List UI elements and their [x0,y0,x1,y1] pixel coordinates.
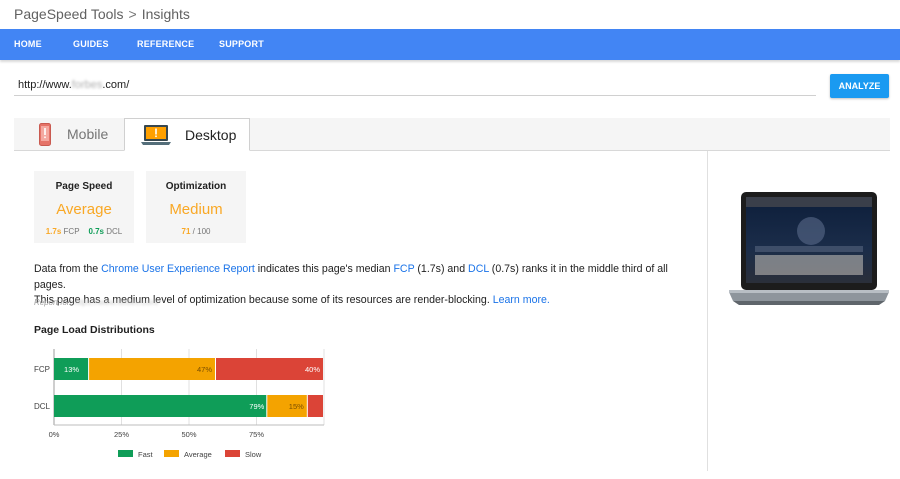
optimization-score: 71 / 100 [146,227,246,236]
fcp-value: 1.7s [45,227,62,236]
tab-desktop[interactable]: Desktop [124,118,250,151]
page-speed-card: Page Speed Average 1.7s FCP 0.7s DCL [34,171,134,243]
report-for: Report for: https://www.forbes.com/ [34,298,159,307]
legend-swatch-average [164,450,179,457]
category-label-dcl: DCL [34,402,51,411]
bar-value-label: 15% [289,402,304,411]
x-tick-label: 75% [249,430,264,439]
breadcrumb-root[interactable]: PageSpeed Tools [14,6,124,22]
bar-value-label: 47% [197,365,212,374]
top-bar: PageSpeed Tools > Insights [0,0,900,29]
legend-label-average: Average [184,450,212,459]
legend-swatch-slow [225,450,240,457]
bar-value-label: 13% [64,365,79,374]
breadcrumb-separator: > [128,6,137,22]
nav-reference[interactable]: REFERENCE [137,39,194,49]
nav-bar: HOME GUIDES REFERENCE SUPPORT [0,29,900,60]
legend-label-slow: Slow [245,450,262,459]
column-divider [707,151,708,471]
report-for-label: Report for: [34,298,75,307]
url-prefix: http://www. [18,79,72,91]
breadcrumb: PageSpeed Tools > Insights [14,6,190,22]
fcp-label: FCP [63,227,80,236]
mobile-icon [39,123,51,146]
category-label-fcp: FCP [34,365,50,374]
legend-swatch-fast [118,450,133,457]
url-value[interactable]: http://www.forbes.com/ [18,79,129,91]
laptop-screenshot-image [729,192,889,305]
report-for-url: https://www.forbes.com/ [74,298,159,307]
summary-part: indicates this page's median [254,263,394,275]
page-speed-value: Average [56,201,112,218]
dcl-label: DCL [106,227,123,236]
breadcrumb-current: Insights [141,6,190,22]
summary-part: Data from the [34,263,102,275]
x-tick-label: 0% [49,430,60,439]
optimization-title: Optimization [165,181,227,192]
summary-part: (1.7s) and [414,263,469,275]
page-speed-metrics: 1.7s FCP 0.7s DCL [34,227,134,236]
page-load-distribution-chart: 0% 25% 50% 75% FCP 13% 47% 40% DCL 79% 15% Fast Aver… [34,349,325,459]
distributions-title: Page Load Distributions [34,324,155,336]
bar-slow-dcl [307,395,323,417]
tab-desktop-label: Desktop [185,127,237,143]
tab-mobile[interactable]: Mobile [14,118,123,151]
nav-home[interactable]: HOME [14,39,42,49]
dcl-link[interactable]: DCL [468,263,489,275]
laptop-preview [727,191,891,314]
fcp-link[interactable]: FCP [393,263,414,275]
learn-more-link[interactable]: Learn more. [493,294,550,306]
url-field[interactable]: http://www.forbes.com/ [14,75,816,96]
chrome-ux-report-link[interactable]: Chrome User Experience Report [101,263,255,275]
desktop-icon [141,125,171,145]
url-suffix: .com/ [102,79,130,91]
tab-mobile-label: Mobile [67,126,109,142]
bar-value-label: 40% [305,365,320,374]
optimization-card: Optimization Medium 71 / 100 [146,171,246,243]
legend-label-fast: Fast [138,450,154,459]
optimization-value: Medium [169,201,223,218]
optimization-score-value: 71 [181,227,191,236]
device-tabs: Mobile Desktop [14,118,890,151]
x-tick-label: 50% [181,430,196,439]
dcl-value: 0.7s [88,227,105,236]
x-tick-label: 25% [114,430,129,439]
bar-fast-dcl [54,395,267,417]
url-blurred-domain: forbes [71,79,103,91]
nav-guides[interactable]: GUIDES [73,39,109,49]
nav-support[interactable]: SUPPORT [219,39,264,49]
page-speed-title: Page Speed [55,181,113,192]
bar-value-label: 79% [249,402,264,411]
analyze-button[interactable]: ANALYZE [830,74,889,98]
optimization-score-suffix: / 100 [192,227,211,236]
